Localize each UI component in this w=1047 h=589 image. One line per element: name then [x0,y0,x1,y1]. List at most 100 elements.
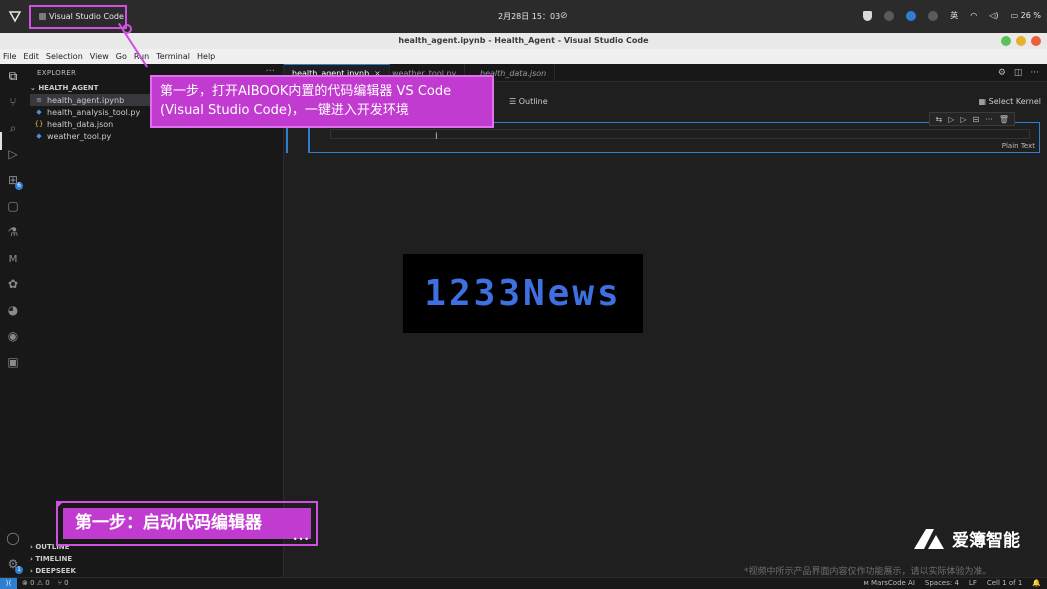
deepseek-section[interactable]: › DEEPSEEK [30,567,76,575]
os-menu-icon[interactable] [8,9,22,23]
more-actions-icon[interactable]: ··· [1030,68,1039,78]
minimize-button[interactable] [1016,36,1026,46]
workspace-folder-label: HEALTH_AGENT [38,84,99,92]
remote-explorer-icon[interactable]: ▢ [5,198,21,214]
select-kernel-button[interactable]: ▦ Select Kernel [979,97,1041,106]
explorer-icon[interactable]: ⧉ [5,68,21,84]
volume-icon[interactable]: ◁) [989,11,998,20]
execute-below-icon[interactable]: ▷ [960,115,966,124]
remote-indicator-icon[interactable]: ⟩⟨ [0,578,17,589]
security-shield-icon[interactable] [863,10,873,21]
maximize-button[interactable] [1001,36,1011,46]
banner-dots: ••• [292,535,310,544]
tray-app-icon[interactable] [884,10,895,21]
brand-logo: 爱簿智能 [912,526,1020,551]
menu-go[interactable]: Go [116,52,127,61]
split-editor-icon[interactable]: ◫ [1014,68,1023,78]
python-file-icon: ◆ [36,132,42,140]
battery-percent: 26 % [1020,11,1041,20]
menu-edit[interactable]: Edit [23,52,39,61]
source-control-icon[interactable]: ⑂ [5,94,21,110]
extensions-icon[interactable]: ⊞ 6 [5,172,23,190]
marscode-label: MarsCode AI [871,579,915,587]
menu-file[interactable]: File [3,52,16,61]
callout-line-2: (Visual Studio Code)，一键进入开发环境 [160,103,409,118]
cell-toolbar: ⇆ ▷ ▷ ⊟ ··· 🗑 [929,112,1015,126]
step-banner: 第一步：启动代码编辑器 ••• [56,501,318,546]
testing-flask-icon[interactable]: ⚗ [5,224,21,240]
watermark-logo: 1233News [403,254,643,333]
run-by-line-icon[interactable]: ⇆ [935,115,942,124]
extension-dragon-icon[interactable]: ✿ [5,276,21,292]
disclaimer-text: *视频中所示产品界面内容仅作功能展示，请以实际体验为准。 [744,567,992,577]
step-banner-label: 第一步：启动代码编辑器 [63,508,311,539]
marscode-icon[interactable]: ᴍ [5,250,21,266]
execute-above-icon[interactable]: ▷ [948,115,954,124]
os-clock[interactable]: 2月28日 15：03 [498,11,560,22]
run-debug-icon[interactable]: ▷ [5,146,21,162]
cell-more-icon[interactable]: ··· [985,115,993,124]
editor-actions: ⚙ ◫ ··· [998,68,1039,78]
section-label: TIMELINE [35,555,73,563]
active-indicator [0,132,2,150]
brand-mark-icon [914,528,944,549]
wifi-icon[interactable]: ◠ [970,11,977,20]
ports-count: 0 [64,579,69,587]
python-file-icon: ◆ [36,108,42,116]
window-title: health_agent.ipynb - Health_Agent - Visu… [398,36,649,45]
menu-terminal[interactable]: Terminal [156,52,190,61]
menu-selection[interactable]: Selection [46,52,83,61]
file-name: weather_tool.py [47,131,112,141]
status-left: ⊗ 0 ⚠ 0 ⑂ 0 [22,579,69,587]
file-name: health_data.json [47,119,114,129]
settings-gear-icon[interactable]: ⚙ 1 [5,556,23,574]
file-item[interactable]: ◆ weather_tool.py [30,130,280,142]
file-name: health_agent.ipynb [47,95,125,105]
split-cell-icon[interactable]: ⊟ [973,115,980,124]
bell-icon[interactable]: 🔔 [1032,579,1041,587]
notifications-muted-icon[interactable]: ⊘ [560,11,568,21]
battery-indicator[interactable]: ▭ 26 % [1011,11,1041,20]
indentation-status[interactable]: Spaces: 4 [925,579,959,587]
tray-circle-icon[interactable] [928,10,939,21]
kernel-label: Select Kernel [988,97,1041,106]
menu-bar: File Edit Selection View Go Run Terminal… [0,49,1047,64]
text-cursor-icon: I [435,132,438,142]
cell-language[interactable]: Plain Text [1002,142,1035,150]
settings-icon[interactable]: ⚙ [998,68,1006,78]
outline-label: Outline [518,97,548,106]
accounts-icon[interactable]: ◯ [5,530,21,546]
timeline-section[interactable]: › TIMELINE [30,555,72,563]
window-controls [1001,36,1041,46]
activity-bar: ⧉ ⑂ ⌕ ▷ ⊞ 6 ▢ ⚗ ᴍ ✿ ◕ ◉ ▣ ◯ ⚙ 1 [0,64,26,577]
explorer-title: EXPLORER [37,69,77,77]
delete-cell-icon[interactable]: 🗑 [999,115,1009,124]
problems-count: 0 ⚠ 0 [30,579,50,587]
docker-icon[interactable]: ◕ [5,302,21,318]
system-tray: 英 ◠ ◁) ▭ 26 % [863,10,1041,21]
workspace-folder[interactable]: ⌄ HEALTH_AGENT [30,84,98,92]
watermark-text: 1233News [424,273,622,314]
search-icon[interactable]: ⌕ [5,120,21,136]
copilot-robot-icon[interactable]: ▣ [5,354,21,370]
notebook-file-icon: ≡ [36,96,42,104]
menu-help[interactable]: Help [197,52,215,61]
cell-position-status[interactable]: Cell 1 of 1 [987,579,1022,587]
marscode-status[interactable]: ᴍ MarsCode AI [864,579,915,587]
eol-status[interactable]: LF [969,579,977,587]
json-file-icon: {} [34,120,44,128]
os-top-bar: Visual Studio Code 2月28日 15：03 ⊘ 英 ◠ ◁) … [0,0,1047,33]
menu-view[interactable]: View [90,52,109,61]
problems-indicator[interactable]: ⊗ 0 ⚠ 0 [22,579,50,587]
callout-line-1: 第一步，打开AIBOOK内置的代码编辑器 VS Code [160,84,452,99]
accounts-badge: 1 [15,566,23,574]
input-method-indicator[interactable]: 英 [950,10,958,21]
tray-blue-app-icon[interactable] [906,10,917,21]
outline-button[interactable]: ☰ Outline [509,97,548,106]
extension-whale-icon[interactable]: ◉ [5,328,21,344]
close-button[interactable] [1031,36,1041,46]
ports-indicator[interactable]: ⑂ 0 [58,579,69,587]
window-title-bar: health_agent.ipynb - Health_Agent - Visu… [0,33,1047,49]
callout-anchor [122,24,132,34]
brand-name: 爱簿智能 [952,531,1020,551]
